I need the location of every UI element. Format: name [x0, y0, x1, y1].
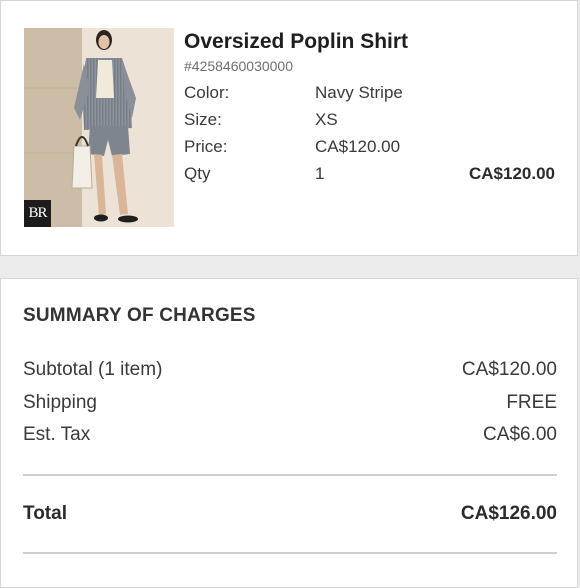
summary-title: SUMMARY OF CHARGES [23, 305, 256, 326]
product-card: BR Oversized Poplin Shirt #4258460030000… [0, 0, 578, 256]
subtotal-label: Subtotal (1 item) [23, 359, 163, 380]
product-sku: #4258460030000 [184, 58, 294, 74]
model-illustration [24, 28, 174, 227]
shipping-value: FREE [506, 392, 557, 413]
color-label: Color: [184, 83, 230, 102]
color-value: Navy Stripe [315, 83, 403, 102]
size-value: XS [315, 110, 338, 129]
shipping-label: Shipping [23, 392, 97, 413]
summary-divider-top [23, 474, 557, 476]
line-item-total: CA$120.00 [468, 164, 555, 183]
br-monogram-icon: BR [24, 200, 51, 227]
tax-label: Est. Tax [23, 424, 91, 445]
size-label: Size: [184, 110, 222, 129]
product-image[interactable]: BR [24, 28, 174, 227]
tax-value: CA$6.00 [483, 424, 557, 445]
summary-divider-bottom [23, 552, 557, 554]
total-label: Total [23, 503, 67, 524]
price-value: CA$120.00 [315, 137, 401, 156]
qty-value: 1 [315, 164, 325, 183]
product-name[interactable]: Oversized Poplin Shirt [184, 30, 408, 54]
subtotal-value: CA$120.00 [461, 359, 557, 380]
price-label: Price: [184, 137, 228, 156]
qty-label: Qty [184, 164, 211, 183]
total-value: CA$126.00 [460, 503, 557, 524]
